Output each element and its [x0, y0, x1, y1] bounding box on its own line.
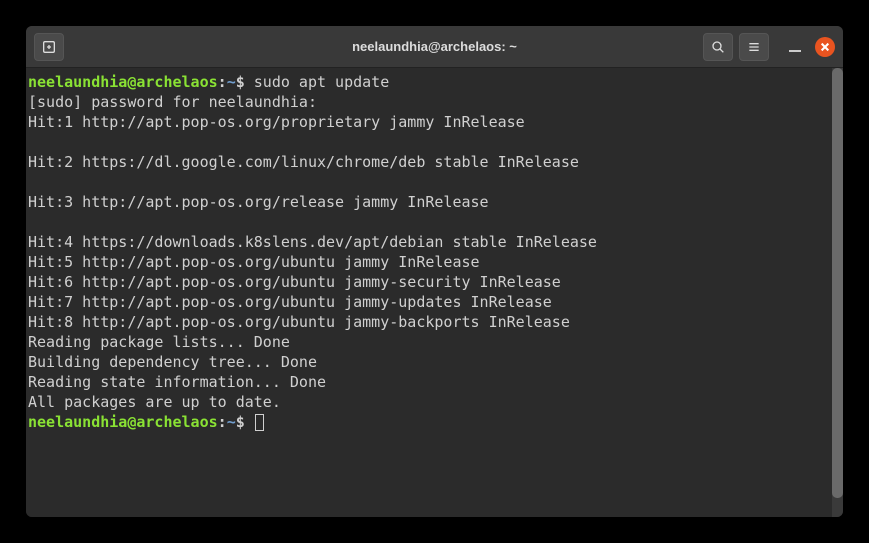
terminal-content[interactable]: neelaundhia@archelaos:~$ sudo apt update… — [26, 68, 832, 517]
search-icon — [710, 39, 726, 55]
close-button[interactable] — [815, 37, 835, 57]
titlebar: neelaundhia@archelaos: ~ — [26, 26, 843, 68]
terminal-body: neelaundhia@archelaos:~$ sudo apt update… — [26, 68, 843, 517]
hamburger-icon — [746, 39, 762, 55]
menu-button[interactable] — [739, 33, 769, 61]
new-tab-icon — [41, 39, 57, 55]
window-title: neelaundhia@archelaos: ~ — [352, 39, 517, 54]
search-button[interactable] — [703, 33, 733, 61]
terminal-window: neelaundhia@archelaos: ~ — [26, 26, 843, 517]
minimize-button[interactable] — [789, 50, 801, 52]
new-tab-button[interactable] — [34, 33, 64, 61]
close-icon — [820, 42, 830, 52]
scrollbar-track[interactable] — [832, 68, 843, 517]
scrollbar-thumb[interactable] — [832, 68, 843, 498]
